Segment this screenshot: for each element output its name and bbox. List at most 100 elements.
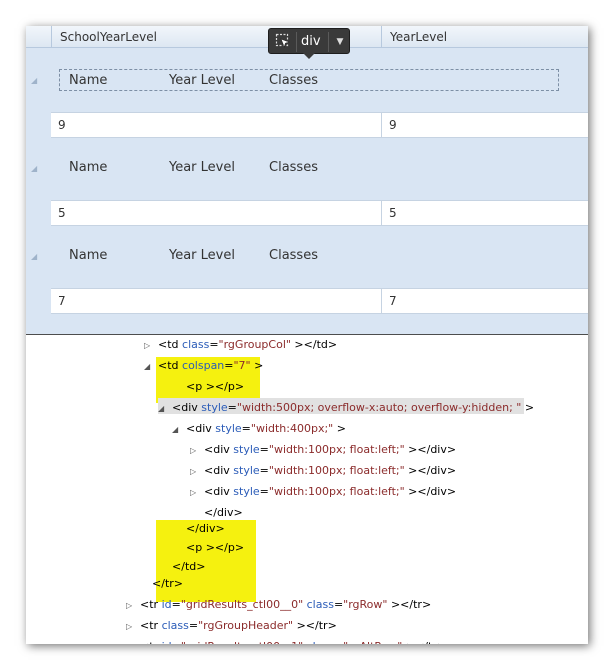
dom-tree-node[interactable]: </div>: [172, 521, 225, 537]
dom-tree-node[interactable]: </tr>: [138, 576, 183, 592]
tag-name: tr: [149, 619, 159, 632]
markup-punctuation: <: [186, 422, 196, 435]
markup-punctuation: </: [204, 506, 217, 519]
markup-punctuation: ></: [404, 464, 431, 477]
expand-arrow-icon[interactable]: ◢: [31, 76, 37, 85]
markup-punctuation: ></: [293, 619, 319, 632]
expand-toggle-icon[interactable]: ◢: [144, 359, 158, 375]
markup-punctuation: >: [446, 485, 457, 498]
tag-name: div: [430, 443, 447, 456]
attribute-name: style: [233, 485, 260, 498]
cell-schoolyearlevel[interactable]: 9: [51, 113, 381, 137]
markup-punctuation: <: [140, 619, 150, 632]
attribute-name: class: [161, 619, 189, 632]
dom-tree-node[interactable]: ▷ <div style="width:100px; float:left;" >…: [190, 463, 456, 479]
dom-tree-node[interactable]: <p ></p>: [172, 540, 244, 556]
expand-toggle-icon[interactable]: ◢: [158, 401, 172, 417]
markup-punctuation: >: [173, 577, 183, 590]
tag-name: td: [167, 359, 179, 372]
attribute-value: "width:100px; float:left;": [268, 485, 405, 498]
markup-punctuation: <: [186, 380, 196, 393]
tag-name: tr: [318, 619, 328, 632]
markup-punctuation: >: [446, 443, 457, 456]
expand-toggle-icon[interactable]: ▷: [126, 598, 140, 614]
attribute-name: id: [162, 640, 172, 644]
markup-punctuation: =: [172, 640, 181, 644]
markup-punctuation: =: [334, 640, 343, 644]
tag-name: div: [181, 401, 198, 414]
screenshot-frame: SchoolYearLevel YearLevel div ▼ ◢ Name Y…: [26, 26, 588, 644]
expand-toggle-icon[interactable]: ▷: [126, 640, 140, 644]
markup-punctuation: <: [186, 541, 196, 554]
markup-punctuation: </: [186, 522, 199, 535]
attribute-value: "rgRow": [343, 598, 388, 611]
attribute-name: class: [306, 598, 334, 611]
expand-arrow-icon[interactable]: ◢: [31, 164, 37, 173]
group-header-row: Name Year Level Classes: [59, 157, 559, 179]
dom-tree-node[interactable]: ◢ <td colspan="7" >: [144, 358, 263, 374]
group-header-year-level: Year Level: [169, 160, 235, 175]
group-header-classes: Classes: [269, 248, 318, 263]
expand-toggle-icon[interactable]: ◢: [172, 422, 186, 438]
markup-punctuation: ></: [402, 640, 428, 644]
markup-punctuation: >: [327, 338, 338, 351]
element-picker-tooltip[interactable]: div ▼: [268, 28, 350, 59]
dom-tree-node[interactable]: ▷<tr id="gridResults_ctl00__1" class="rg…: [126, 639, 446, 644]
attribute-name: style: [201, 401, 228, 414]
tag-name: td: [184, 560, 197, 573]
cell-schoolyearlevel[interactable]: 7: [51, 289, 381, 313]
tag-name: p: [227, 380, 235, 393]
cell-yearlevel[interactable]: 9: [381, 113, 588, 137]
expand-toggle-icon[interactable]: ▷: [190, 464, 204, 480]
markup-punctuation: =: [333, 598, 344, 611]
expand-toggle-icon[interactable]: ▷: [190, 443, 204, 459]
picker-separator: [296, 32, 297, 52]
group-header-name: Name: [69, 73, 108, 88]
attribute-value: "width:100px; float:left;": [268, 443, 405, 456]
tag-name: tr: [413, 598, 422, 611]
expand-arrow-icon[interactable]: ◢: [31, 252, 37, 261]
dom-tree-node[interactable]: ▷ <tr class="rgGroupHeader" ></tr>: [126, 618, 337, 634]
dom-tree-node[interactable]: ◢ <div style="width:500px; overflow-x:aut…: [158, 400, 534, 416]
tag-name: td: [167, 338, 179, 351]
attribute-name: style: [233, 464, 260, 477]
expand-toggle-icon[interactable]: ▷: [190, 485, 204, 501]
expand-toggle-icon[interactable]: ▷: [144, 338, 158, 354]
cell-yearlevel[interactable]: 5: [381, 201, 588, 225]
dom-tree-node[interactable]: ▷ <div style="width:100px; float:left;" >…: [190, 484, 456, 500]
tag-name: div: [213, 443, 230, 456]
picker-element-label: div: [301, 34, 321, 49]
expand-toggle-icon[interactable]: ▷: [126, 619, 140, 635]
markup-punctuation: >: [215, 522, 225, 535]
table-row[interactable]: 5 5: [51, 200, 588, 226]
markup-punctuation: <: [158, 338, 168, 351]
table-row[interactable]: 9 9: [51, 112, 588, 138]
attribute-name: style: [215, 422, 242, 435]
cell-schoolyearlevel[interactable]: 5: [51, 201, 381, 225]
cell-yearlevel[interactable]: 7: [381, 289, 588, 313]
markup-punctuation: >: [437, 640, 446, 644]
column-header-yearlevel[interactable]: YearLevel: [381, 26, 588, 48]
tag-name: tr: [164, 577, 174, 590]
tag-name: td: [316, 338, 328, 351]
chevron-down-icon[interactable]: ▼: [331, 32, 349, 52]
markup-punctuation: ></: [387, 598, 414, 611]
dom-tree-node[interactable]: ◢ <div style="width:400px;" >: [172, 421, 346, 437]
dom-tree-node[interactable]: ▷ <div style="width:100px; float:left;" >…: [190, 442, 456, 458]
dom-tree-node[interactable]: ▷ <tr id="gridResults_ctl00__0" class="rg…: [126, 597, 431, 613]
dom-tree-node[interactable]: </div>: [190, 505, 243, 521]
dom-tree-node[interactable]: </td>: [158, 559, 205, 575]
markup-punctuation: </: [172, 560, 185, 573]
attribute-value: "gridResults_ctl00__0": [180, 598, 304, 611]
cursor-select-icon[interactable]: [275, 33, 291, 49]
markup-punctuation: ></: [202, 541, 228, 554]
markup-punctuation: =: [188, 619, 199, 632]
attribute-value: "rgGroupHeader": [198, 619, 294, 632]
table-row[interactable]: 7 7: [51, 288, 588, 314]
dom-tree-node[interactable]: <p ></p>: [172, 379, 244, 395]
results-grid: SchoolYearLevel YearLevel div ▼ ◢ Name Y…: [26, 26, 588, 334]
attribute-name: class: [182, 338, 210, 351]
group-header-classes: Classes: [269, 73, 318, 88]
markup-punctuation: <: [204, 443, 214, 456]
dom-tree-node[interactable]: ▷ <td class="rgGroupCol" ></td>: [144, 337, 337, 353]
